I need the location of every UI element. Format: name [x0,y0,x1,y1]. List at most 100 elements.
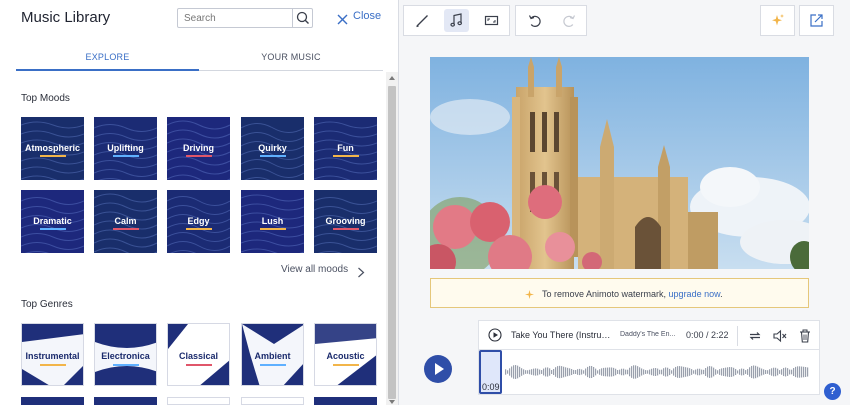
waveform-bar [585,368,587,376]
genre-tile-partial[interactable] [21,397,84,405]
waveform-bar [671,370,673,374]
genre-tile-partial[interactable] [94,397,157,405]
genre-tile-partial[interactable] [241,397,304,405]
upgrade-link[interactable]: upgrade now [669,289,721,299]
search-box[interactable] [177,8,313,28]
waveform-bar [673,368,675,376]
waveform-bar [783,367,785,377]
play-icon [435,363,444,375]
waveform-bar [609,367,611,377]
waveform-bar [773,367,775,377]
waveform-bar [663,368,665,376]
genre-tile[interactable]: Ambient [241,323,304,386]
waveform-bar [625,369,627,375]
track-play-button[interactable] [488,328,502,342]
waveform-bar [645,370,647,374]
mood-tile[interactable]: Uplifting [94,117,157,180]
magic-button[interactable] [765,9,790,32]
waveform-bar [719,369,721,375]
waveform-bar [539,369,541,375]
scroll-down-arrow[interactable] [389,400,395,404]
scroll-thumb[interactable] [388,86,396,399]
waveform-bar [655,368,657,376]
library-scrollbar[interactable] [386,72,398,405]
mood-tile[interactable]: Grooving [314,190,377,253]
waveform-bar [643,369,645,375]
chevron-right-icon [357,265,365,283]
genre-tile-partial[interactable] [167,397,230,405]
waveform-bar [531,369,533,375]
search-input[interactable] [178,9,294,27]
waveform-bar [575,370,577,374]
waveform-bar [619,369,621,375]
waveform-bar [723,367,725,377]
undo-button[interactable] [522,9,547,32]
delete-track-button[interactable] [797,328,813,344]
waveform-bar [725,367,727,377]
track-time: 0:00 / 2:22 [686,330,729,340]
music-button[interactable] [444,9,469,32]
video-preview[interactable] [430,57,809,269]
help-button[interactable]: ? [824,383,841,400]
mood-tile-label: Uplifting [107,143,144,153]
waveform-bar [785,367,787,377]
waveform-bar [767,370,769,374]
mood-tile-label: Quirky [258,143,287,153]
edit-button[interactable] [410,9,435,32]
mood-tile[interactable]: Lush [241,190,304,253]
audio-waveform[interactable]: 0:09 [478,350,820,395]
mood-tile[interactable]: Atmospheric [21,117,84,180]
waveform-bar [715,369,717,375]
sparkle-icon [524,287,535,305]
waveform-bar [647,370,649,374]
tool-group-history [515,5,587,36]
waveform-bar [599,369,601,375]
genre-tile-partial[interactable] [314,397,377,405]
mood-tile-underline [332,155,359,157]
replace-track-button[interactable] [747,328,763,344]
waveform-bar [623,368,625,376]
genre-tile[interactable]: Electronica [94,323,157,386]
library-title: Music Library [21,9,111,26]
waveform-bar [739,369,741,375]
waveform-bar [587,366,589,378]
volume-button[interactable] [772,328,788,344]
waveform-bar [683,366,685,378]
waveform-bar [567,367,569,377]
mood-tile[interactable]: Quirky [241,117,304,180]
waveform-bar [551,370,553,374]
genre-tile[interactable]: Acoustic [314,323,377,386]
waveform-bar [675,366,677,378]
waveform-bar [731,367,733,377]
swap-icon [749,332,761,340]
waveform-bar [507,370,509,374]
mood-tile[interactable]: Calm [94,190,157,253]
redo-button[interactable] [557,9,582,32]
mood-tile[interactable]: Driving [167,117,230,180]
waveform-bar [685,367,687,377]
genre-tile[interactable]: Classical [167,323,230,386]
waveform-bar [595,368,597,376]
tab-explore[interactable]: EXPLORE [16,48,199,71]
mood-tile-underline [332,228,359,230]
mood-tile-label: Calm [114,216,137,226]
waveform-bar [557,366,559,378]
share-button[interactable] [804,9,829,32]
waveform-bar [543,368,545,376]
genre-tile-underline [185,364,212,366]
search-icon[interactable] [292,9,312,27]
tab-your-music[interactable]: YOUR MUSIC [199,48,383,71]
trash-icon [800,329,810,343]
waveform-bar [505,369,507,375]
waveform-bar [741,368,743,376]
waveform-bar [527,370,529,374]
aspect-ratio-button[interactable] [479,9,504,32]
waveform-bar [603,367,605,377]
waveform-bar [597,370,599,374]
genre-tile[interactable]: Instrumental [21,323,84,386]
mood-tile[interactable]: Edgy [167,190,230,253]
mood-tile[interactable]: Fun [314,117,377,180]
preview-play-button[interactable] [424,355,452,383]
scroll-up-arrow[interactable] [389,76,395,80]
mood-tile[interactable]: Dramatic [21,190,84,253]
